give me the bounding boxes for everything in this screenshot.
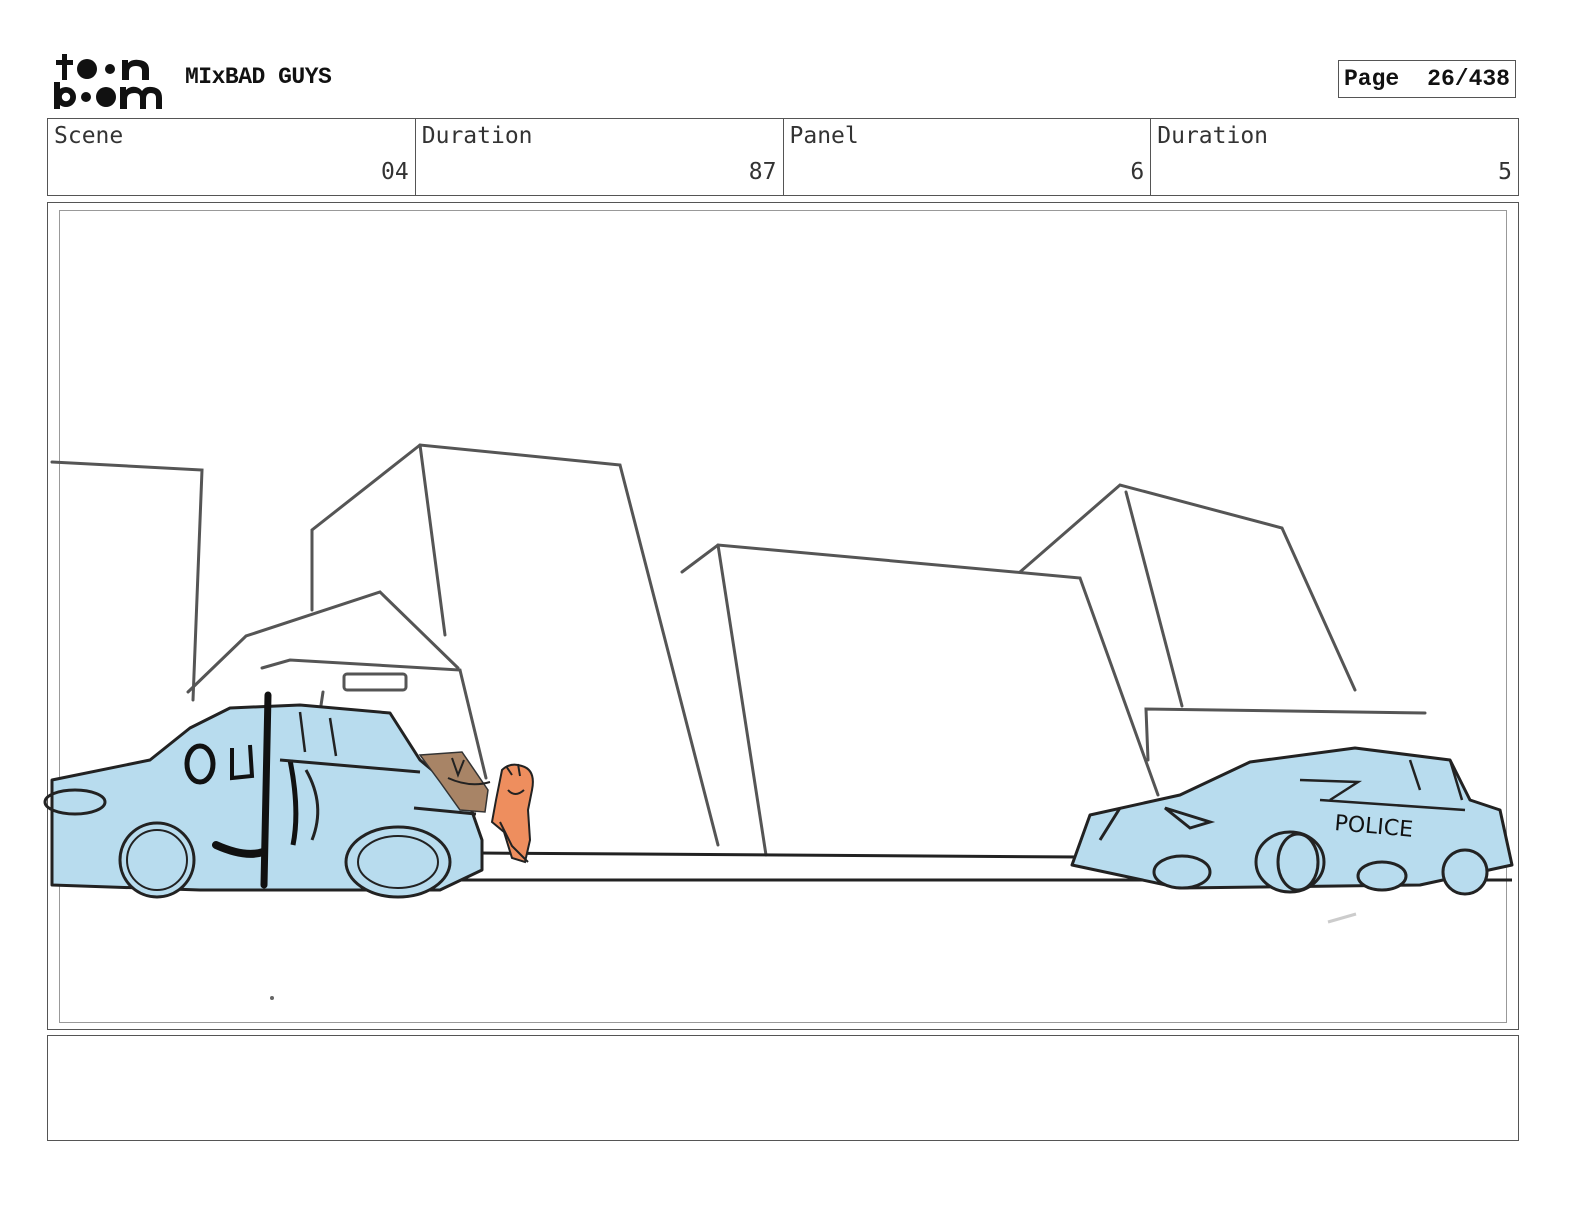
panel-label: Panel [789, 123, 859, 149]
panel-duration-value: 5 [1498, 159, 1512, 185]
page-indicator: Page 26/438 [1338, 60, 1516, 98]
storyboard-panel [47, 202, 1519, 1030]
project-title: MIxBAD GUYS [185, 64, 332, 90]
panel-safe-frame [59, 210, 1507, 1023]
scene-label: Scene [54, 123, 124, 149]
panel-duration-cell: Duration 5 [1151, 119, 1518, 195]
scene-value: 04 [381, 159, 409, 185]
scene-info-table: Scene 04 Duration 87 Panel 6 Duration 5 [47, 118, 1519, 196]
scene-cell: Scene 04 [48, 119, 416, 195]
panel-cell: Panel 6 [784, 119, 1152, 195]
page-number: 26/438 [1427, 66, 1510, 92]
toonboom-logo [54, 54, 162, 109]
dialogue-notes-box[interactable] [47, 1035, 1519, 1141]
scene-duration-label: Duration [421, 123, 533, 149]
page-label: Page [1344, 66, 1400, 92]
panel-duration-label: Duration [1157, 123, 1269, 149]
panel-value: 6 [1130, 159, 1145, 185]
scene-duration-cell: Duration 87 [416, 119, 784, 195]
scene-duration-value: 87 [748, 159, 777, 185]
